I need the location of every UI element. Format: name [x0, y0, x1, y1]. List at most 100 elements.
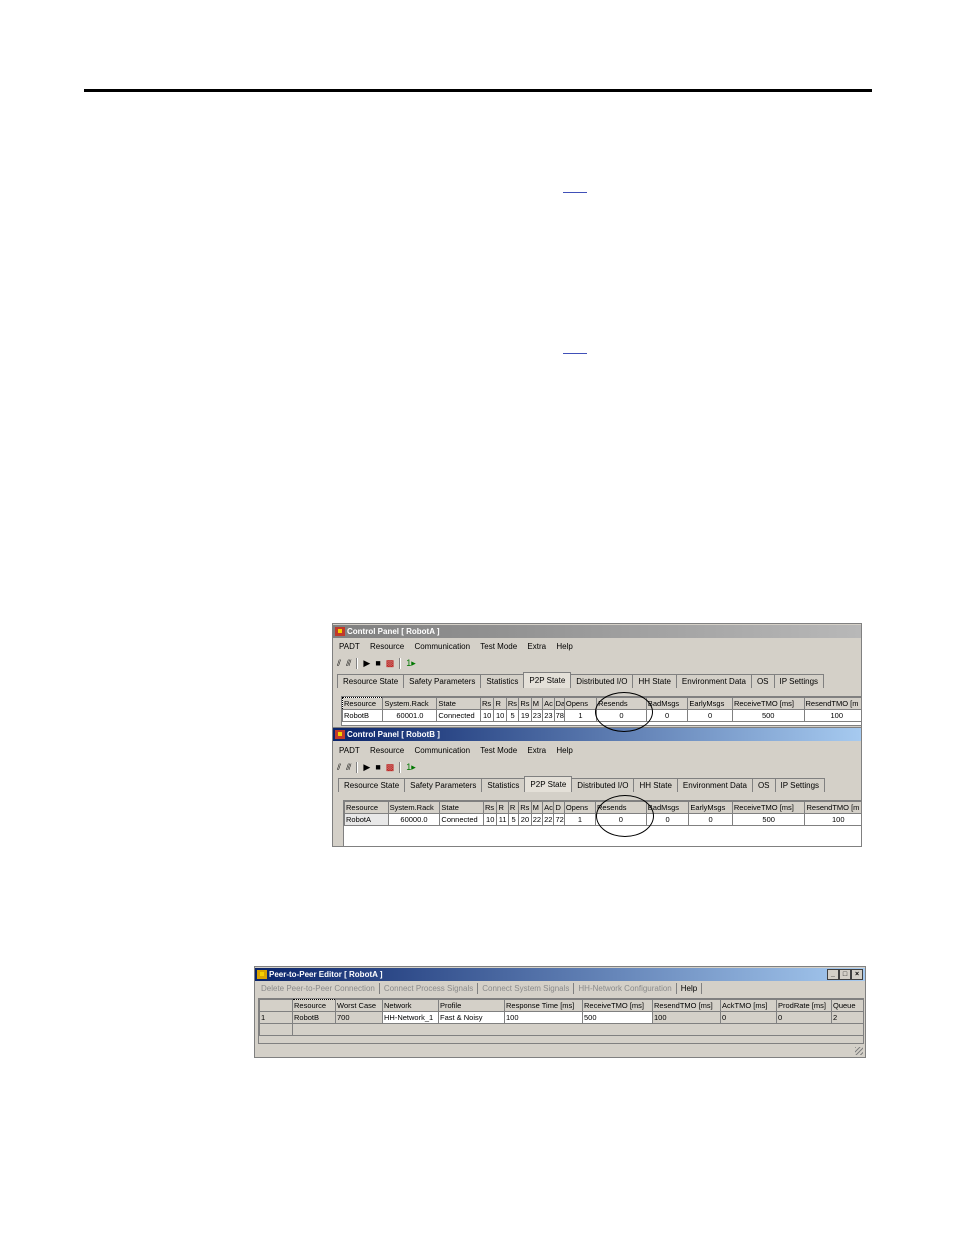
column-header[interactable]: M [530, 801, 544, 814]
column-header[interactable]: Response Time [ms] [504, 999, 583, 1012]
column-header[interactable]: Resource [344, 801, 389, 814]
column-header[interactable]: Rs [479, 697, 495, 710]
close-icon[interactable]: × [851, 969, 863, 980]
menu-padt[interactable]: PADT [339, 642, 360, 651]
stop-icon[interactable]: ■ [375, 762, 380, 772]
column-header[interactable]: ReceiveTMO [ms] [582, 999, 653, 1012]
column-header[interactable]: R [507, 801, 520, 814]
table-row[interactable]: 1 RobotB 700 HH-Network_1 Fast & Noisy 1… [259, 1011, 863, 1024]
column-header[interactable]: ProdRate [ms] [776, 999, 832, 1012]
tab-ip-settings[interactable]: IP Settings [773, 674, 825, 688]
column-header[interactable]: Queue [831, 999, 863, 1012]
maximize-icon[interactable]: □ [839, 969, 851, 980]
step-icon[interactable]: 1▸ [406, 658, 416, 668]
device-icon[interactable]: ▩ [386, 658, 395, 668]
connections-grid[interactable]: Resource Worst Case Network Profile Resp… [258, 998, 864, 1044]
column-header[interactable]: Ac [542, 697, 555, 710]
tab-p2p-state[interactable]: P2P State [524, 776, 573, 792]
column-header[interactable]: R [496, 801, 509, 814]
tab-resource-state[interactable]: Resource State [337, 674, 405, 688]
disconnect-icon[interactable]: ⫻ [346, 658, 351, 668]
connect-icon[interactable]: ⫽ [337, 762, 341, 772]
menu-communication[interactable]: Communication [414, 746, 470, 755]
column-header[interactable]: Opens [563, 801, 596, 814]
column-header[interactable]: ResendTMO [m [803, 697, 861, 710]
tab-environment-data[interactable]: Environment Data [675, 674, 752, 688]
column-header[interactable]: State [439, 801, 484, 814]
minimize-icon[interactable]: _ [827, 969, 839, 980]
menu-communication[interactable]: Communication [414, 642, 470, 651]
column-header[interactable]: Rs [482, 801, 498, 814]
tab-hh-state[interactable]: HH State [633, 778, 678, 792]
column-header[interactable]: ReceiveTMO [ms] [731, 801, 806, 814]
column-header[interactable]: M [530, 697, 544, 710]
column-header[interactable]: Rs [518, 801, 532, 814]
menu-extra[interactable]: Extra [527, 746, 546, 755]
column-header[interactable]: Da [553, 697, 565, 710]
page-reference-link[interactable] [563, 192, 587, 193]
column-header[interactable]: Rs [505, 697, 520, 710]
menu-help[interactable]: Help [556, 642, 572, 651]
connect-process-signals-button[interactable]: Connect Process Signals [380, 983, 479, 994]
device-icon[interactable]: ▩ [386, 762, 395, 772]
menu-resource[interactable]: Resource [370, 642, 404, 651]
stop-icon[interactable]: ■ [375, 658, 380, 668]
run-icon[interactable]: ▶ [363, 762, 370, 772]
menu-padt[interactable]: PADT [339, 746, 360, 755]
cell-resource[interactable]: RobotB [292, 1011, 336, 1024]
disconnect-icon[interactable]: ⫻ [346, 762, 351, 772]
column-header[interactable]: Network [382, 999, 439, 1012]
column-header[interactable]: Ac [542, 801, 555, 814]
tab-safety-parameters[interactable]: Safety Parameters [404, 778, 483, 792]
column-header[interactable]: AckTMO [ms] [720, 999, 777, 1012]
column-header[interactable]: System.Rack [387, 801, 441, 814]
menu-help[interactable]: Help [556, 746, 572, 755]
tab-resource-state[interactable]: Resource State [338, 778, 406, 792]
tab-os[interactable]: OS [750, 674, 775, 688]
column-header[interactable]: ReceiveTMO [ms] [731, 697, 805, 710]
hh-network-configuration-button[interactable]: HH-Network Configuration [574, 983, 677, 994]
delete-connection-button[interactable]: Delete Peer-to-Peer Connection [257, 983, 380, 994]
cell-network[interactable]: HH-Network_1 [382, 1011, 439, 1024]
resize-grip-icon[interactable] [855, 1047, 863, 1055]
cell-receive-tmo: 500 [731, 709, 805, 722]
menu-resource[interactable]: Resource [370, 746, 404, 755]
menu-extra[interactable]: Extra [527, 642, 546, 651]
tab-safety-parameters[interactable]: Safety Parameters [403, 674, 482, 688]
run-icon[interactable]: ▶ [363, 658, 370, 668]
cell-receive-tmo[interactable]: 500 [582, 1011, 653, 1024]
column-header[interactable]: EarlyMsgs [687, 697, 733, 710]
cell-profile[interactable]: Fast & Noisy [438, 1011, 505, 1024]
column-header[interactable]: System.Rack [382, 697, 438, 710]
connect-system-signals-button[interactable]: Connect System Signals [478, 983, 575, 994]
page-reference-link[interactable] [563, 353, 587, 354]
tab-os[interactable]: OS [751, 778, 776, 792]
column-header[interactable]: ResendTMO [ms] [652, 999, 721, 1012]
tab-statistics[interactable]: Statistics [481, 778, 526, 792]
column-header[interactable]: Opens [563, 697, 598, 710]
column-header[interactable]: R [493, 697, 507, 710]
tab-ip-settings[interactable]: IP Settings [774, 778, 826, 792]
tab-distributed-io[interactable]: Distributed I/O [571, 778, 635, 792]
connect-icon[interactable]: ⫽ [337, 658, 341, 668]
tab-statistics[interactable]: Statistics [480, 674, 525, 688]
column-header[interactable]: Profile [438, 999, 505, 1012]
column-header[interactable]: State [436, 697, 481, 710]
help-button[interactable]: Help [677, 983, 703, 994]
column-header[interactable]: Resource [292, 999, 336, 1012]
row-number[interactable]: 1 [259, 1011, 293, 1024]
column-header[interactable]: D [553, 801, 565, 814]
tab-p2p-state[interactable]: P2P State [523, 672, 572, 688]
tab-hh-state[interactable]: HH State [632, 674, 677, 688]
column-header[interactable]: EarlyMsgs [688, 801, 733, 814]
cell-response-time[interactable]: 100 [504, 1011, 583, 1024]
column-header[interactable]: Resource [342, 697, 384, 710]
column-header[interactable]: Worst Case [335, 999, 383, 1012]
column-header[interactable]: Rs [518, 697, 532, 710]
step-icon[interactable]: 1▸ [406, 762, 416, 772]
tab-environment-data[interactable]: Environment Data [676, 778, 753, 792]
menu-test-mode[interactable]: Test Mode [480, 642, 517, 651]
menu-test-mode[interactable]: Test Mode [480, 746, 517, 755]
column-header[interactable]: ResendTMO [m [804, 801, 861, 814]
tab-distributed-io[interactable]: Distributed I/O [570, 674, 634, 688]
